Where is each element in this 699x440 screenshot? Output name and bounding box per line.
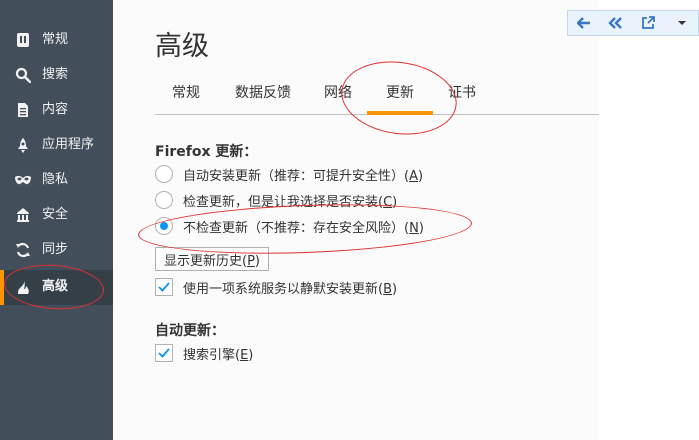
sidebar-item-sync[interactable]: 同步 xyxy=(0,233,113,268)
sidebar-item-label: 应用程序 xyxy=(42,137,95,152)
sidebar-item-label: 高级 xyxy=(42,279,69,294)
security-icon xyxy=(14,206,32,224)
checkbox-search-engines[interactable]: 搜索引擎(E) xyxy=(155,343,253,363)
sidebar-item-label: 常规 xyxy=(42,32,69,47)
radio-button[interactable] xyxy=(155,165,173,183)
advanced-icon xyxy=(14,278,32,296)
sidebar-item-label: 内容 xyxy=(42,102,69,117)
right-background xyxy=(599,0,699,440)
open-external-icon[interactable] xyxy=(632,11,664,35)
checkmark-icon xyxy=(158,282,170,292)
tab-general[interactable]: 常规 xyxy=(169,74,203,112)
sidebar-item-applications[interactable]: 应用程序 xyxy=(0,128,113,163)
radio-check-ask[interactable]: 检查更新，但是让我选择是否安装(C) xyxy=(155,190,397,210)
sidebar-item-label: 同步 xyxy=(42,242,69,257)
sidebar-item-label: 隐私 xyxy=(42,172,69,187)
page-title: 高级 xyxy=(155,31,209,62)
sidebar-item-advanced[interactable]: 高级 xyxy=(0,270,113,305)
radio-button-checked[interactable] xyxy=(155,217,173,235)
sidebar-item-content[interactable]: 内容 xyxy=(0,93,113,128)
sync-icon xyxy=(14,241,32,259)
radio-never-check[interactable]: 不检查更新（不推荐：存在安全风险）(N) xyxy=(155,216,424,236)
tab-data-feedback[interactable]: 数据反馈 xyxy=(233,74,293,112)
content-icon xyxy=(14,101,32,119)
checkbox[interactable] xyxy=(155,344,173,362)
auto-update-heading: 自动更新： xyxy=(155,323,225,339)
tab-bar: 常规 数据反馈 网络 更新 证书 xyxy=(155,74,599,115)
checkbox-background-service[interactable]: 使用一项系统服务以静默安装更新(B) xyxy=(155,277,397,297)
navigation-toolbar xyxy=(567,10,699,36)
radio-auto-install[interactable]: 自动安装更新（推荐：可提升安全性）(A) xyxy=(155,164,423,184)
sidebar: 常规 搜索 内容 应用程序 隐私 安全 同步 高级 xyxy=(0,0,113,440)
tab-update[interactable]: 更新 xyxy=(367,74,433,115)
sidebar-item-label: 搜索 xyxy=(42,67,69,82)
sidebar-item-label: 安全 xyxy=(42,207,69,222)
tab-network[interactable]: 网络 xyxy=(321,74,355,112)
back-arrow-icon[interactable] xyxy=(568,11,600,35)
general-icon xyxy=(14,31,32,49)
checkmark-icon xyxy=(158,348,170,358)
applications-icon xyxy=(14,136,32,154)
search-icon xyxy=(14,66,32,84)
preferences-panel: 高级 常规 数据反馈 网络 更新 证书 Firefox 更新： 自动安装更新（推… xyxy=(113,0,599,440)
sidebar-item-security[interactable]: 安全 xyxy=(0,198,113,233)
tab-certificates[interactable]: 证书 xyxy=(445,74,479,112)
privacy-mask-icon xyxy=(14,171,32,189)
show-update-history-button[interactable]: 显示更新历史(P) xyxy=(155,247,269,271)
radio-button[interactable] xyxy=(155,191,173,209)
sidebar-item-privacy[interactable]: 隐私 xyxy=(0,163,113,198)
double-back-arrow-icon[interactable] xyxy=(600,11,632,35)
checkbox[interactable] xyxy=(155,278,173,296)
dropdown-icon[interactable] xyxy=(666,11,698,35)
sidebar-item-general[interactable]: 常规 xyxy=(0,23,113,58)
sidebar-item-search[interactable]: 搜索 xyxy=(0,58,113,93)
firefox-update-heading: Firefox 更新： xyxy=(155,144,258,160)
